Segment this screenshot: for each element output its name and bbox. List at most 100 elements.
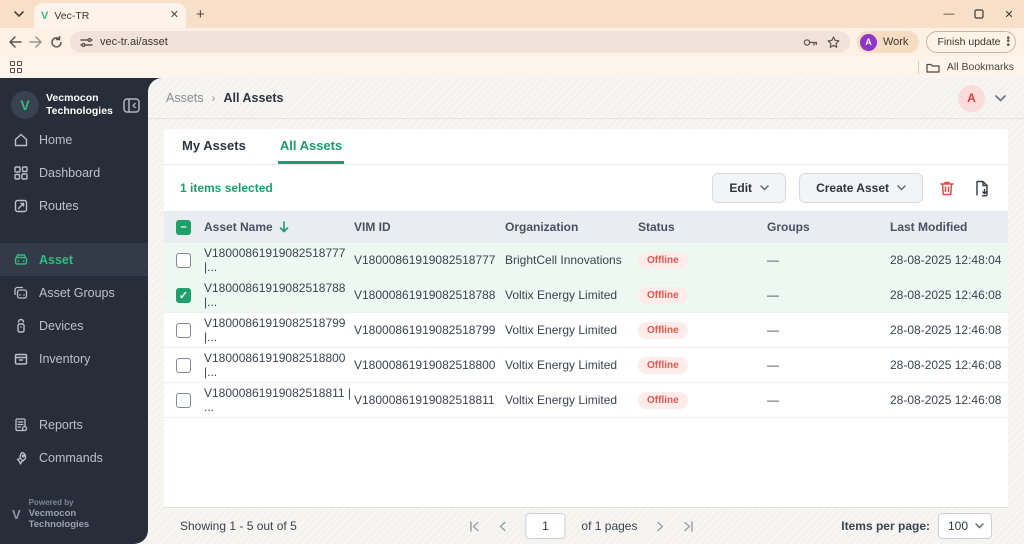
window-controls: — ✕: [934, 0, 1024, 28]
asset-name-cell[interactable]: V18000861919082518777 |...: [204, 246, 354, 274]
commands-icon: [13, 450, 29, 466]
table-body: V18000861919082518777 |... V180008619190…: [164, 243, 1008, 418]
tabs-row: My Assets All Assets: [164, 129, 1008, 165]
bookmark-star-icon[interactable]: [827, 35, 840, 49]
table-row[interactable]: V18000861919082518777 |... V180008619190…: [164, 243, 1008, 278]
first-page-icon[interactable]: [467, 520, 480, 533]
sidebar-item-asset[interactable]: Asset: [0, 243, 148, 276]
asset-icon: [13, 252, 29, 268]
browser-profile-button[interactable]: A Work: [856, 31, 920, 53]
back-icon[interactable]: [8, 36, 22, 48]
forward-icon[interactable]: [29, 36, 43, 48]
create-asset-button[interactable]: Create Asset: [799, 173, 923, 203]
all-bookmarks-label[interactable]: All Bookmarks: [947, 61, 1014, 73]
window-minimize-icon[interactable]: —: [934, 0, 964, 28]
reload-icon[interactable]: [50, 35, 63, 49]
select-all-checkbox[interactable]: –: [176, 219, 191, 235]
items-per-page-select[interactable]: 100: [938, 513, 992, 539]
url-bar[interactable]: vec-tr.ai/asset: [70, 31, 850, 53]
sidebar-item-home[interactable]: Home: [0, 129, 148, 156]
tab-list-chevron-icon[interactable]: [6, 2, 32, 26]
sidebar-item-reports[interactable]: Reports: [0, 408, 148, 441]
tab-my-assets[interactable]: My Assets: [180, 129, 248, 164]
groups-cell: —: [767, 358, 779, 372]
window-close-icon[interactable]: ✕: [994, 0, 1024, 28]
page-topbar: Assets › All Assets A: [148, 78, 1024, 119]
last-modified-cell: 28-08-2025 12:46:08: [890, 323, 1002, 337]
sort-desc-icon[interactable]: [279, 221, 289, 233]
sidebar-item-routes[interactable]: Routes: [0, 189, 148, 222]
site-settings-icon[interactable]: [80, 37, 93, 48]
page-number-input[interactable]: 1: [525, 513, 566, 539]
sidebar-item-asset-groups[interactable]: Asset Groups: [0, 276, 148, 309]
row-checkbox[interactable]: [176, 322, 191, 338]
breadcrumb-assets[interactable]: Assets: [166, 91, 204, 105]
status-cell: Offline: [638, 321, 767, 339]
user-avatar[interactable]: A: [958, 84, 985, 112]
org-name: Vecmocon Technologies: [46, 91, 113, 117]
row-checkbox[interactable]: [176, 392, 191, 408]
status-cell: Offline: [638, 251, 767, 269]
asset-name-cell[interactable]: V18000861919082518799 |...: [204, 316, 354, 344]
table-row[interactable]: V18000861919082518799 |... V180008619190…: [164, 313, 1008, 348]
breadcrumb-all-assets: All Assets: [223, 91, 284, 105]
row-checkbox[interactable]: [176, 252, 191, 268]
profile-name: Work: [882, 36, 909, 48]
asset-name-cell[interactable]: V18000861919082518800 |...: [204, 351, 354, 379]
breadcrumb-chevron-icon: ›: [211, 91, 216, 105]
devices-icon: [13, 318, 29, 334]
table-row[interactable]: V18000861919082518811 | ... V18000861919…: [164, 383, 1008, 418]
organization-cell: Voltix Energy Limited: [505, 288, 618, 302]
finish-update-button[interactable]: Finish update • • •: [926, 31, 1016, 53]
vecmocon-footer-logo-icon: V: [12, 506, 21, 522]
last-modified-cell: 28-08-2025 12:46:08: [890, 393, 1002, 407]
password-key-icon[interactable]: [803, 38, 818, 47]
last-modified-cell: 28-08-2025 12:46:08: [890, 358, 1002, 372]
groups-cell: —: [767, 253, 779, 267]
url-text[interactable]: vec-tr.ai/asset: [100, 36, 796, 48]
delete-icon[interactable]: [936, 180, 958, 197]
dashboard-icon: [13, 165, 29, 181]
chevron-down-icon: [897, 185, 906, 191]
browser-menu-icon[interactable]: • • •: [1006, 34, 1010, 50]
user-menu-chevron-icon[interactable]: [995, 94, 1006, 102]
chevron-down-icon: [975, 523, 984, 529]
prev-page-icon[interactable]: [496, 520, 509, 533]
tab-close-icon[interactable]: ✕: [170, 10, 179, 21]
asset-name-cell[interactable]: V18000861919082518788 |...: [204, 281, 354, 309]
sidebar-item-commands[interactable]: Commands: [0, 441, 148, 474]
next-page-icon[interactable]: [653, 520, 666, 533]
apps-grid-icon[interactable]: [10, 61, 22, 73]
sidebar-item-inventory[interactable]: Inventory: [0, 342, 148, 375]
last-page-icon[interactable]: [682, 520, 695, 533]
showing-summary: Showing 1 - 5 out of 5: [180, 519, 297, 533]
sidebar-menu: Home Dashboard Routes Asset Asset Groups: [0, 129, 148, 490]
browser-tab[interactable]: V Vec-TR ✕: [34, 3, 186, 28]
bookmarks-bar: All Bookmarks: [0, 56, 1024, 78]
sidebar-section-gap: [0, 222, 148, 243]
sidebar-collapse-icon[interactable]: [123, 97, 140, 113]
window-maximize-icon[interactable]: [964, 0, 994, 28]
pagination-footer: Showing 1 - 5 out of 5 1 of 1 pages Item…: [164, 507, 1008, 544]
routes-icon: [13, 198, 29, 214]
browser-tab-title: Vec-TR: [54, 9, 90, 22]
sidebar-section-gap: [0, 375, 148, 408]
sidebar: V Vecmocon Technologies Home Dashboard R…: [0, 78, 148, 544]
tab-all-assets[interactable]: All Assets: [277, 129, 345, 164]
table-row[interactable]: V18000861919082518800 |... V180008619190…: [164, 348, 1008, 383]
edit-button[interactable]: Edit: [712, 173, 787, 203]
asset-name-cell[interactable]: V18000861919082518811 | ...: [204, 386, 354, 414]
organization-cell: Voltix Energy Limited: [505, 358, 618, 372]
sidebar-item-devices[interactable]: Devices: [0, 309, 148, 342]
export-icon[interactable]: [971, 180, 992, 197]
inventory-icon: [13, 351, 29, 367]
status-badge: Offline: [638, 321, 688, 339]
new-tab-button[interactable]: +: [196, 6, 205, 23]
organization-cell: Voltix Energy Limited: [505, 393, 618, 407]
table-row[interactable]: ✓ V18000861919082518788 |... V1800086191…: [164, 278, 1008, 313]
sidebar-item-dashboard[interactable]: Dashboard: [0, 156, 148, 189]
status-cell: Offline: [638, 286, 767, 304]
row-checkbox[interactable]: [176, 357, 191, 373]
row-checkbox[interactable]: ✓: [176, 287, 191, 303]
actions-row: 1 items selected Edit Create Asset: [164, 165, 1008, 211]
